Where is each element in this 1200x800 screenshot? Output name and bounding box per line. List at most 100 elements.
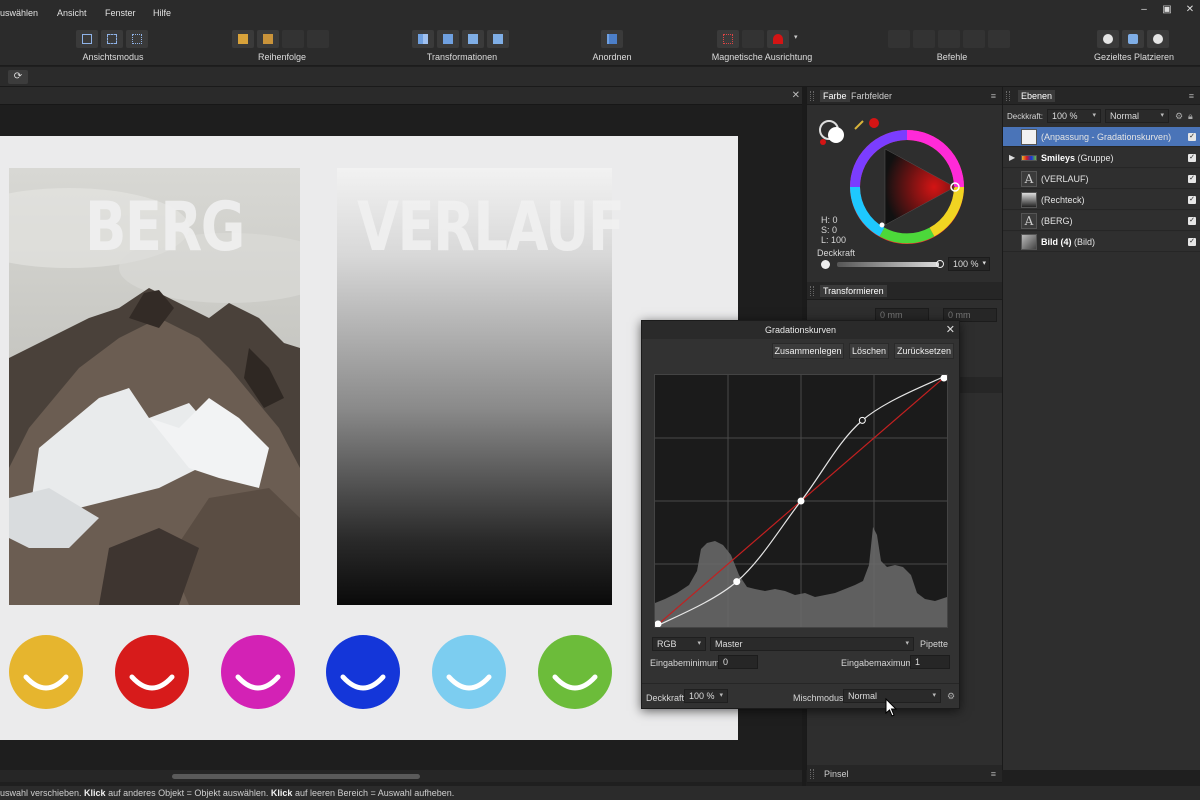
place-icon-3[interactable] (1147, 30, 1169, 48)
curve-control-point[interactable] (733, 578, 741, 586)
command-icon-3[interactable] (938, 30, 960, 48)
picker-button[interactable]: Pipette (920, 639, 948, 649)
grip-icon[interactable] (1006, 91, 1010, 101)
view-mode-icon-1[interactable] (76, 30, 98, 48)
visibility-checkbox[interactable]: ✓ (1188, 175, 1196, 183)
blend-mode-label: Mischmodus: (793, 693, 847, 703)
curve-control-point[interactable] (797, 497, 805, 505)
mountain-photo[interactable]: BERG (9, 168, 300, 605)
order-back-icon[interactable] (232, 30, 254, 48)
layer-name: (Anpassung - Gradationskurven) (1041, 132, 1172, 142)
panel-menu-icon[interactable]: ≡ (991, 91, 996, 101)
tab-color[interactable]: Farbe (820, 90, 850, 102)
curve-control-point[interactable] (654, 620, 662, 628)
restore-icon[interactable]: ▣ (1162, 5, 1172, 15)
tab-swatches[interactable]: Farbfelder (851, 91, 892, 101)
view-mode-icon-2[interactable] (101, 30, 123, 48)
curves-graph[interactable] (654, 374, 948, 628)
snap-options-icon[interactable] (742, 30, 764, 48)
flip-vertical-icon[interactable] (437, 30, 459, 48)
order-forward-icon[interactable] (282, 30, 304, 48)
lock-icon[interactable]: 🔒︎ (1188, 111, 1193, 122)
grip-icon[interactable] (810, 91, 814, 101)
color-panel-header: Farbe Farbfelder ≡ (807, 87, 1002, 105)
curve-control-point[interactable] (858, 416, 866, 424)
visibility-checkbox[interactable]: ✓ (1188, 154, 1196, 162)
gradient-rectangle[interactable]: VERLAUF (337, 168, 625, 605)
layer-row[interactable]: (Anpassung - Gradationskurven) ✓ (1003, 127, 1200, 147)
smiley-face[interactable] (9, 635, 83, 709)
layers-panel-header: Ebenen ≡ (1003, 87, 1200, 105)
merge-button[interactable]: Zusammenlegen (772, 343, 844, 359)
smiley-face[interactable] (326, 635, 400, 709)
panel-menu-icon[interactable]: ≡ (991, 769, 996, 779)
layer-row[interactable]: A (VERLAUF) ✓ (1003, 169, 1200, 189)
color-opacity-field[interactable]: 100 % ▾ (948, 257, 990, 271)
menu-help[interactable]: Hilfe (153, 8, 171, 18)
input-max-field[interactable]: 1 (910, 655, 950, 669)
visibility-checkbox[interactable]: ✓ (1188, 133, 1196, 141)
rotate-right-icon[interactable] (487, 30, 509, 48)
grid-icon[interactable] (717, 30, 739, 48)
visibility-checkbox[interactable]: ✓ (1188, 196, 1196, 204)
minimize-icon[interactable]: – (1139, 5, 1149, 15)
layer-row[interactable]: ▶ Smileys (Gruppe) ✓ (1003, 148, 1200, 168)
horizontal-scroll-thumb[interactable] (172, 774, 420, 779)
curve-control-point[interactable] (940, 374, 948, 382)
align-icon[interactable] (601, 30, 623, 48)
layer-row[interactable]: A (BERG) ✓ (1003, 211, 1200, 231)
layer-row[interactable]: (Rechteck) ✓ (1003, 190, 1200, 210)
visibility-checkbox[interactable]: ✓ (1188, 217, 1196, 225)
reset-button[interactable]: Zurücksetzen (894, 343, 954, 359)
menu-select[interactable]: uswählen (0, 8, 38, 18)
view-mode-icon-3[interactable] (126, 30, 148, 48)
smiley-face[interactable] (538, 635, 612, 709)
grip-icon[interactable] (810, 769, 814, 779)
curves-dialog: Gradationskurven ✕ Zusammenlegen Löschen… (641, 320, 960, 709)
command-icon-2[interactable] (913, 30, 935, 48)
place-icon-2[interactable] (1122, 30, 1144, 48)
flip-horizontal-icon[interactable] (412, 30, 434, 48)
close-document-icon[interactable]: ✕ (792, 90, 800, 101)
snap-dropdown-icon[interactable]: ▾ (794, 33, 798, 41)
sync-icon[interactable]: ⟳ (8, 70, 28, 84)
magnet-icon[interactable] (767, 30, 789, 48)
smiley-face[interactable] (221, 635, 295, 709)
order-front-icon[interactable] (307, 30, 329, 48)
layer-opacity-field[interactable]: 100 % ▾ (1047, 109, 1101, 123)
channel-select[interactable]: Master ▾ (710, 637, 914, 651)
order-backward-icon[interactable] (257, 30, 279, 48)
gear-icon[interactable]: ⚙ (947, 691, 955, 702)
smiley-face[interactable] (432, 635, 506, 709)
layer-row[interactable]: Bild (4) (Bild) ✓ (1003, 232, 1200, 252)
gear-icon[interactable]: ⚙ (1175, 111, 1183, 122)
command-icon-1[interactable] (888, 30, 910, 48)
dialog-opacity-field[interactable]: 100 % ▾ (684, 689, 728, 703)
tab-layers[interactable]: Ebenen (1018, 90, 1056, 102)
panel-menu-icon[interactable]: ≡ (1189, 91, 1194, 101)
smiley-face[interactable] (115, 635, 189, 709)
close-window-icon[interactable]: ✕ (1185, 5, 1195, 15)
status-bar: uswahl verschieben. Klick auf anderes Ob… (0, 786, 1200, 800)
place-icon-1[interactable] (1097, 30, 1119, 48)
delete-button[interactable]: Löschen (849, 343, 889, 359)
grip-icon[interactable] (810, 286, 814, 296)
expand-arrow-icon[interactable]: ▶ (1009, 153, 1015, 162)
tab-transform[interactable]: Transformieren (820, 285, 887, 297)
opacity-slider-handle[interactable] (936, 260, 944, 268)
rotate-left-icon[interactable] (462, 30, 484, 48)
input-min-field[interactable]: 0 (718, 655, 758, 669)
close-icon[interactable]: ✕ (946, 323, 955, 336)
command-icon-4[interactable] (963, 30, 985, 48)
visibility-checkbox[interactable]: ✓ (1188, 238, 1196, 246)
smile-icon (446, 674, 492, 691)
menu-view[interactable]: Ansicht (57, 8, 87, 18)
color-space-select[interactable]: RGB ▾ (652, 637, 706, 651)
tab-brush[interactable]: Pinsel (824, 769, 849, 779)
menu-window[interactable]: Fenster (105, 8, 136, 18)
curves-plot[interactable] (654, 374, 948, 628)
command-icon-5[interactable] (988, 30, 1010, 48)
opacity-slider[interactable] (837, 262, 939, 267)
layer-blend-mode-select[interactable]: Normal ▾ (1105, 109, 1169, 123)
color-wheel[interactable] (847, 127, 967, 247)
